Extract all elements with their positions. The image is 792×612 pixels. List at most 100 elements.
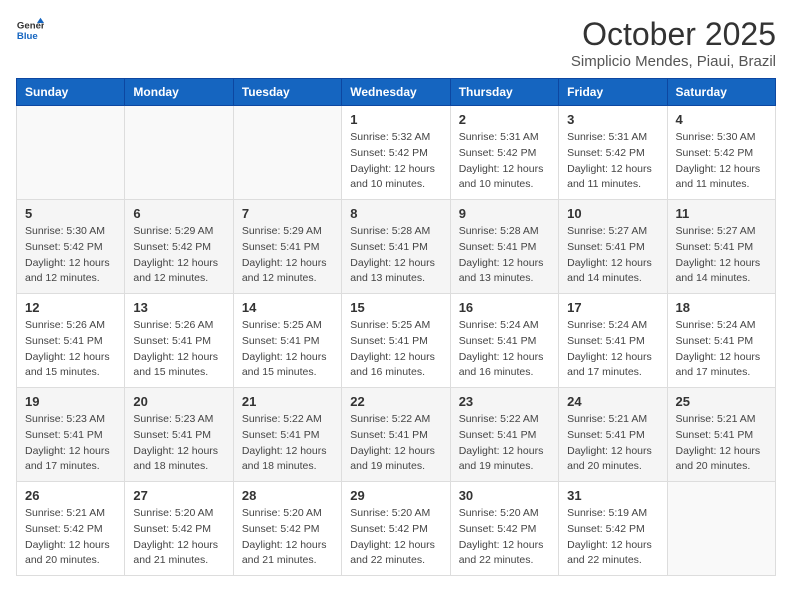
day-number: 12 [25,300,116,315]
day-info: Sunrise: 5:20 AM Sunset: 5:42 PM Dayligh… [459,506,550,569]
day-number: 2 [459,112,550,127]
day-info: Sunrise: 5:19 AM Sunset: 5:42 PM Dayligh… [567,506,658,569]
day-info: Sunrise: 5:29 AM Sunset: 5:41 PM Dayligh… [242,224,333,287]
svg-text:Blue: Blue [17,31,38,42]
day-info: Sunrise: 5:21 AM Sunset: 5:41 PM Dayligh… [676,412,767,475]
day-cell: 11 Sunrise: 5:27 AM Sunset: 5:41 PM Dayli… [667,200,775,294]
day-cell: 4 Sunrise: 5:30 AM Sunset: 5:42 PM Daylig… [667,106,775,200]
day-cell: 5 Sunrise: 5:30 AM Sunset: 5:42 PM Daylig… [17,200,125,294]
day-info: Sunrise: 5:21 AM Sunset: 5:42 PM Dayligh… [25,506,116,569]
day-info: Sunrise: 5:20 AM Sunset: 5:42 PM Dayligh… [242,506,333,569]
day-cell: 1Sunrise: 5:32 AM Sunset: 5:42 PM Daylig… [342,106,450,200]
day-number: 17 [567,300,658,315]
day-number: 18 [676,300,767,315]
day-info: Sunrise: 5:26 AM Sunset: 5:41 PM Dayligh… [25,318,116,381]
day-number: 27 [133,488,224,503]
day-info: Sunrise: 5:22 AM Sunset: 5:41 PM Dayligh… [242,412,333,475]
day-info: Sunrise: 5:24 AM Sunset: 5:41 PM Dayligh… [567,318,658,381]
day-cell: 10 Sunrise: 5:27 AM Sunset: 5:41 PM Dayli… [559,200,667,294]
day-cell: 29Sunrise: 5:20 AM Sunset: 5:42 PM Dayli… [342,482,450,576]
day-info: Sunrise: 5:30 AM Sunset: 5:42 PM Dayligh… [676,130,767,193]
day-info: Sunrise: 5:24 AM Sunset: 5:41 PM Dayligh… [676,318,767,381]
day-info: Sunrise: 5:20 AM Sunset: 5:42 PM Dayligh… [133,506,224,569]
day-cell: 3Sunrise: 5:31 AM Sunset: 5:42 PM Daylig… [559,106,667,200]
day-number: 25 [676,394,767,409]
calendar-header-row: SundayMondayTuesdayWednesdayThursdayFrid… [17,79,776,106]
header-tuesday: Tuesday [233,79,341,106]
day-cell [17,106,125,200]
day-cell [667,482,775,576]
header-sunday: Sunday [17,79,125,106]
week-row-2: 5 Sunrise: 5:30 AM Sunset: 5:42 PM Daylig… [17,200,776,294]
day-info: Sunrise: 5:27 AM Sunset: 5:41 PM Dayligh… [567,224,658,287]
day-info: Sunrise: 5:31 AM Sunset: 5:42 PM Dayligh… [459,130,550,193]
day-cell: 28 Sunrise: 5:20 AM Sunset: 5:42 PM Dayli… [233,482,341,576]
day-info: Sunrise: 5:23 AM Sunset: 5:41 PM Dayligh… [25,412,116,475]
day-number: 28 [242,488,333,503]
day-cell [233,106,341,200]
day-number: 6 [133,206,224,221]
day-cell: 22 Sunrise: 5:22 AM Sunset: 5:41 PM Dayli… [342,388,450,482]
day-number: 16 [459,300,550,315]
day-number: 5 [25,206,116,221]
day-number: 7 [242,206,333,221]
header-monday: Monday [125,79,233,106]
day-cell: 18 Sunrise: 5:24 AM Sunset: 5:41 PM Dayli… [667,294,775,388]
day-info: Sunrise: 5:28 AM Sunset: 5:41 PM Dayligh… [459,224,550,287]
day-number: 26 [25,488,116,503]
day-info: Sunrise: 5:27 AM Sunset: 5:41 PM Dayligh… [676,224,767,287]
week-row-5: 26 Sunrise: 5:21 AM Sunset: 5:42 PM Dayli… [17,482,776,576]
day-info: Sunrise: 5:29 AM Sunset: 5:42 PM Dayligh… [133,224,224,287]
calendar-table: SundayMondayTuesdayWednesdayThursdayFrid… [16,78,776,576]
day-number: 1 [350,112,441,127]
day-number: 30 [459,488,550,503]
logo: General Blue [16,16,44,44]
calendar-title-area: October 2025 Simplicio Mendes, Piaui, Br… [571,16,776,70]
day-info: Sunrise: 5:25 AM Sunset: 5:41 PM Dayligh… [242,318,333,381]
day-cell: 25 Sunrise: 5:21 AM Sunset: 5:41 PM Dayli… [667,388,775,482]
day-info: Sunrise: 5:22 AM Sunset: 5:41 PM Dayligh… [350,412,441,475]
day-cell: 20Sunrise: 5:23 AM Sunset: 5:41 PM Dayli… [125,388,233,482]
header-friday: Friday [559,79,667,106]
day-cell [125,106,233,200]
day-cell: 26 Sunrise: 5:21 AM Sunset: 5:42 PM Dayli… [17,482,125,576]
day-cell: 15 Sunrise: 5:25 AM Sunset: 5:41 PM Dayli… [342,294,450,388]
day-number: 11 [676,206,767,221]
day-number: 9 [459,206,550,221]
day-number: 13 [133,300,224,315]
logo-icon: General Blue [16,16,44,44]
day-info: Sunrise: 5:20 AM Sunset: 5:42 PM Dayligh… [350,506,441,569]
header-wednesday: Wednesday [342,79,450,106]
calendar-title: October 2025 [571,16,776,53]
day-number: 22 [350,394,441,409]
day-cell: 6 Sunrise: 5:29 AM Sunset: 5:42 PM Daylig… [125,200,233,294]
day-cell: 31 Sunrise: 5:19 AM Sunset: 5:42 PM Dayli… [559,482,667,576]
page-header: General Blue October 2025 Simplicio Mend… [16,16,776,70]
day-cell: 7 Sunrise: 5:29 AM Sunset: 5:41 PM Daylig… [233,200,341,294]
day-info: Sunrise: 5:25 AM Sunset: 5:41 PM Dayligh… [350,318,441,381]
day-info: Sunrise: 5:28 AM Sunset: 5:41 PM Dayligh… [350,224,441,287]
day-info: Sunrise: 5:30 AM Sunset: 5:42 PM Dayligh… [25,224,116,287]
day-number: 21 [242,394,333,409]
day-number: 10 [567,206,658,221]
day-cell: 8 Sunrise: 5:28 AM Sunset: 5:41 PM Daylig… [342,200,450,294]
day-info: Sunrise: 5:26 AM Sunset: 5:41 PM Dayligh… [133,318,224,381]
week-row-1: 1Sunrise: 5:32 AM Sunset: 5:42 PM Daylig… [17,106,776,200]
day-number: 31 [567,488,658,503]
day-cell: 9 Sunrise: 5:28 AM Sunset: 5:41 PM Daylig… [450,200,558,294]
day-number: 8 [350,206,441,221]
day-number: 19 [25,394,116,409]
day-cell: 17 Sunrise: 5:24 AM Sunset: 5:41 PM Dayli… [559,294,667,388]
day-number: 14 [242,300,333,315]
day-cell: 16 Sunrise: 5:24 AM Sunset: 5:41 PM Dayli… [450,294,558,388]
week-row-4: 19 Sunrise: 5:23 AM Sunset: 5:41 PM Dayli… [17,388,776,482]
day-cell: 19 Sunrise: 5:23 AM Sunset: 5:41 PM Dayli… [17,388,125,482]
day-cell: 13 Sunrise: 5:26 AM Sunset: 5:41 PM Dayli… [125,294,233,388]
day-info: Sunrise: 5:21 AM Sunset: 5:41 PM Dayligh… [567,412,658,475]
day-cell: 30 Sunrise: 5:20 AM Sunset: 5:42 PM Dayli… [450,482,558,576]
day-cell: 24Sunrise: 5:21 AM Sunset: 5:41 PM Dayli… [559,388,667,482]
day-info: Sunrise: 5:24 AM Sunset: 5:41 PM Dayligh… [459,318,550,381]
day-number: 15 [350,300,441,315]
day-number: 4 [676,112,767,127]
day-cell: 12 Sunrise: 5:26 AM Sunset: 5:41 PM Dayli… [17,294,125,388]
